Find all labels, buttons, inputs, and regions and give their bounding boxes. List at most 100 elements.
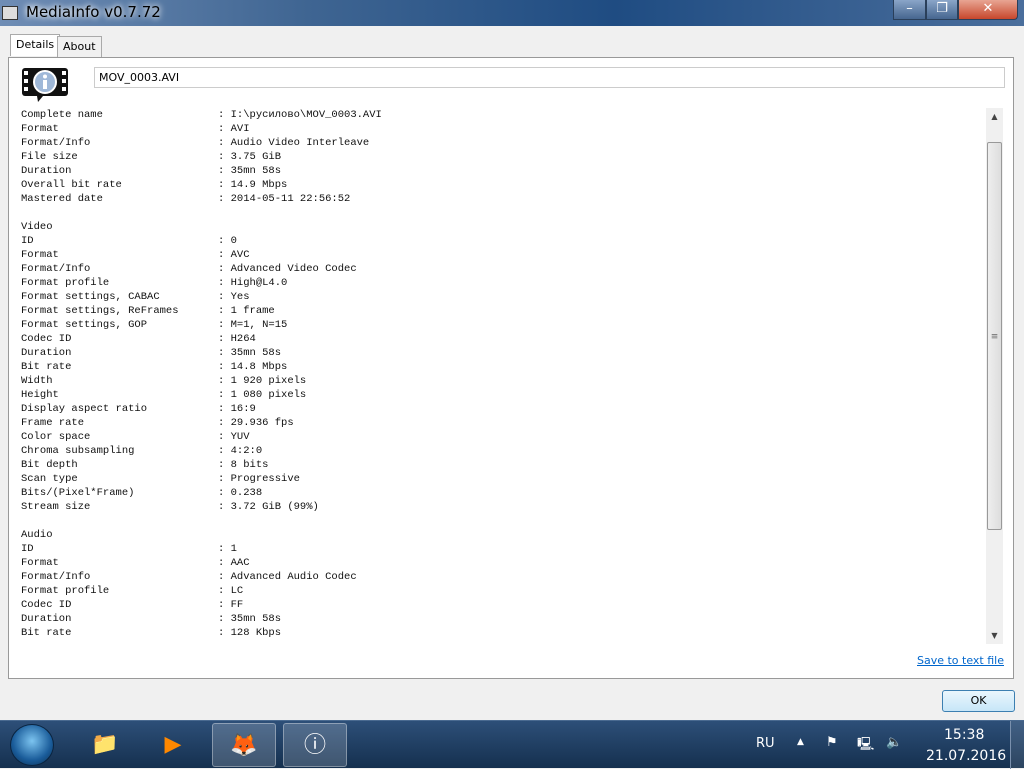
info-value: 29.936 fps (230, 417, 294, 429)
tab-about[interactable]: About (57, 36, 102, 57)
scroll-up-arrow-icon[interactable]: ▲ (986, 108, 1003, 125)
separator: : (218, 151, 231, 163)
info-row: Duration: 35mn 58s (21, 346, 987, 360)
info-label: Color space (21, 431, 91, 443)
separator: : (218, 193, 231, 205)
info-row: Format profile: LC (21, 584, 987, 598)
separator: : (218, 445, 231, 457)
info-label: Format settings, GOP (21, 319, 148, 331)
info-label: Duration (21, 613, 72, 625)
info-value: 35mn 58s (230, 613, 282, 625)
separator: : (218, 585, 231, 597)
info-label: ID (21, 543, 34, 555)
separator: : (218, 137, 231, 149)
info-row: Format settings, CABAC: Yes (21, 290, 987, 304)
info-label: Duration (21, 347, 72, 359)
info-value: 14.9 Mbps (230, 179, 288, 191)
mediainfo-logo-icon (22, 68, 68, 102)
close-button[interactable]: ✕ (958, 0, 1018, 20)
info-row: Overall bit rate: 14.9 Mbps (21, 178, 987, 192)
save-to-text-file-link[interactable]: Save to text file (917, 654, 1004, 667)
clock-date[interactable]: 21.07.2016 (926, 748, 1006, 764)
info-row: Duration: 35mn 58s (21, 612, 987, 626)
info-label: Bit depth (21, 459, 78, 471)
info-value: 0.238 (230, 487, 263, 499)
info-row: Format settings, ReFrames: 1 frame (21, 304, 987, 318)
section-title: Video (21, 221, 53, 233)
tab-details[interactable]: Details (10, 34, 61, 56)
info-row: Height: 1 080 pixels (21, 388, 987, 402)
separator: : (218, 571, 231, 583)
taskbar-mediainfo-button[interactable]: ⓘ (283, 723, 347, 767)
info-row: Format: AAC (21, 556, 987, 570)
taskbar: 📁 ▶ 🦊 ⓘ RU ▲ ⚑ 🖳 🔈 15:38 21.07.2016 (0, 720, 1024, 769)
vertical-scrollbar[interactable]: ▲ ≡ ▼ (986, 108, 1003, 644)
info-value: 35mn 58s (230, 347, 282, 359)
info-value: 4:2:0 (230, 445, 263, 457)
info-label: Format settings, ReFrames (21, 305, 179, 317)
info-label: Format profile (21, 277, 110, 289)
info-value: Advanced Video Codec (230, 263, 357, 275)
section-title: Audio (21, 529, 53, 541)
info-row: Format: AVC (21, 248, 987, 262)
info-value: FF (230, 599, 244, 611)
info-row: Codec ID: H264 (21, 332, 987, 346)
info-label: Chroma subsampling (21, 445, 135, 457)
info-row: Width: 1 920 pixels (21, 374, 987, 388)
info-label: Scan type (21, 473, 78, 485)
maximize-button[interactable]: ❐ (926, 0, 958, 20)
info-value: High@L4.0 (230, 277, 288, 289)
file-name-field[interactable]: MOV_0003.AVI (94, 67, 1005, 88)
show-hidden-icons-arrow-icon[interactable]: ▲ (797, 737, 804, 747)
info-row: ID: 0 (21, 234, 987, 248)
info-value: AVC (230, 249, 250, 261)
info-row: Stream size: 3.72 GiB (99%) (21, 500, 987, 514)
action-center-flag-icon[interactable]: ⚑ (826, 735, 838, 750)
info-value: 0 (230, 235, 237, 247)
start-button[interactable] (10, 724, 54, 766)
info-label: Complete name (21, 109, 103, 121)
info-label: File size (21, 151, 78, 163)
info-value: 1 920 pixels (230, 375, 307, 387)
network-icon[interactable]: 🖳 (857, 735, 874, 757)
info-value: 1 frame (230, 305, 275, 317)
language-indicator[interactable]: RU (756, 736, 775, 751)
scroll-down-arrow-icon[interactable]: ▼ (986, 627, 1003, 644)
separator: : (218, 123, 231, 135)
info-label: Format (21, 249, 59, 261)
separator: : (218, 319, 231, 331)
taskbar-explorer-button[interactable]: 📁 (73, 723, 137, 767)
show-desktop-button[interactable] (1010, 721, 1024, 769)
separator: : (218, 501, 231, 513)
info-value: 3.75 GiB (230, 151, 282, 163)
ok-button[interactable]: OK (942, 690, 1015, 712)
info-value: 1 080 pixels (230, 389, 307, 401)
minimize-button[interactable]: – (893, 0, 926, 20)
info-value: AAC (230, 557, 250, 569)
separator: : (218, 557, 231, 569)
info-row: Complete name: I:\русилово\MOV_0003.AVI (21, 108, 987, 122)
separator: : (218, 375, 231, 387)
info-label: Height (21, 389, 59, 401)
info-row: Format/Info: Advanced Audio Codec (21, 570, 987, 584)
taskbar-firefox-button[interactable]: 🦊 (212, 723, 276, 767)
mediainfo-app-icon (2, 6, 18, 20)
volume-icon[interactable]: 🔈 (886, 735, 902, 750)
scrollbar-thumb[interactable]: ≡ (987, 142, 1002, 530)
taskbar-media-player-button[interactable]: ▶ (141, 723, 205, 767)
separator: : (218, 487, 231, 499)
info-value: 14.8 Mbps (230, 361, 288, 373)
clock-time[interactable]: 15:38 (944, 727, 984, 743)
info-value: Yes (230, 291, 250, 303)
info-label: Format/Info (21, 263, 91, 275)
separator: : (218, 277, 231, 289)
separator: : (218, 263, 231, 275)
info-label: Width (21, 375, 53, 387)
info-label: Frame rate (21, 417, 85, 429)
info-label: Duration (21, 165, 72, 177)
info-label: Bit rate (21, 361, 72, 373)
info-label: Display aspect ratio (21, 403, 148, 415)
separator: : (218, 431, 231, 443)
info-value: 128 Kbps (230, 627, 282, 639)
